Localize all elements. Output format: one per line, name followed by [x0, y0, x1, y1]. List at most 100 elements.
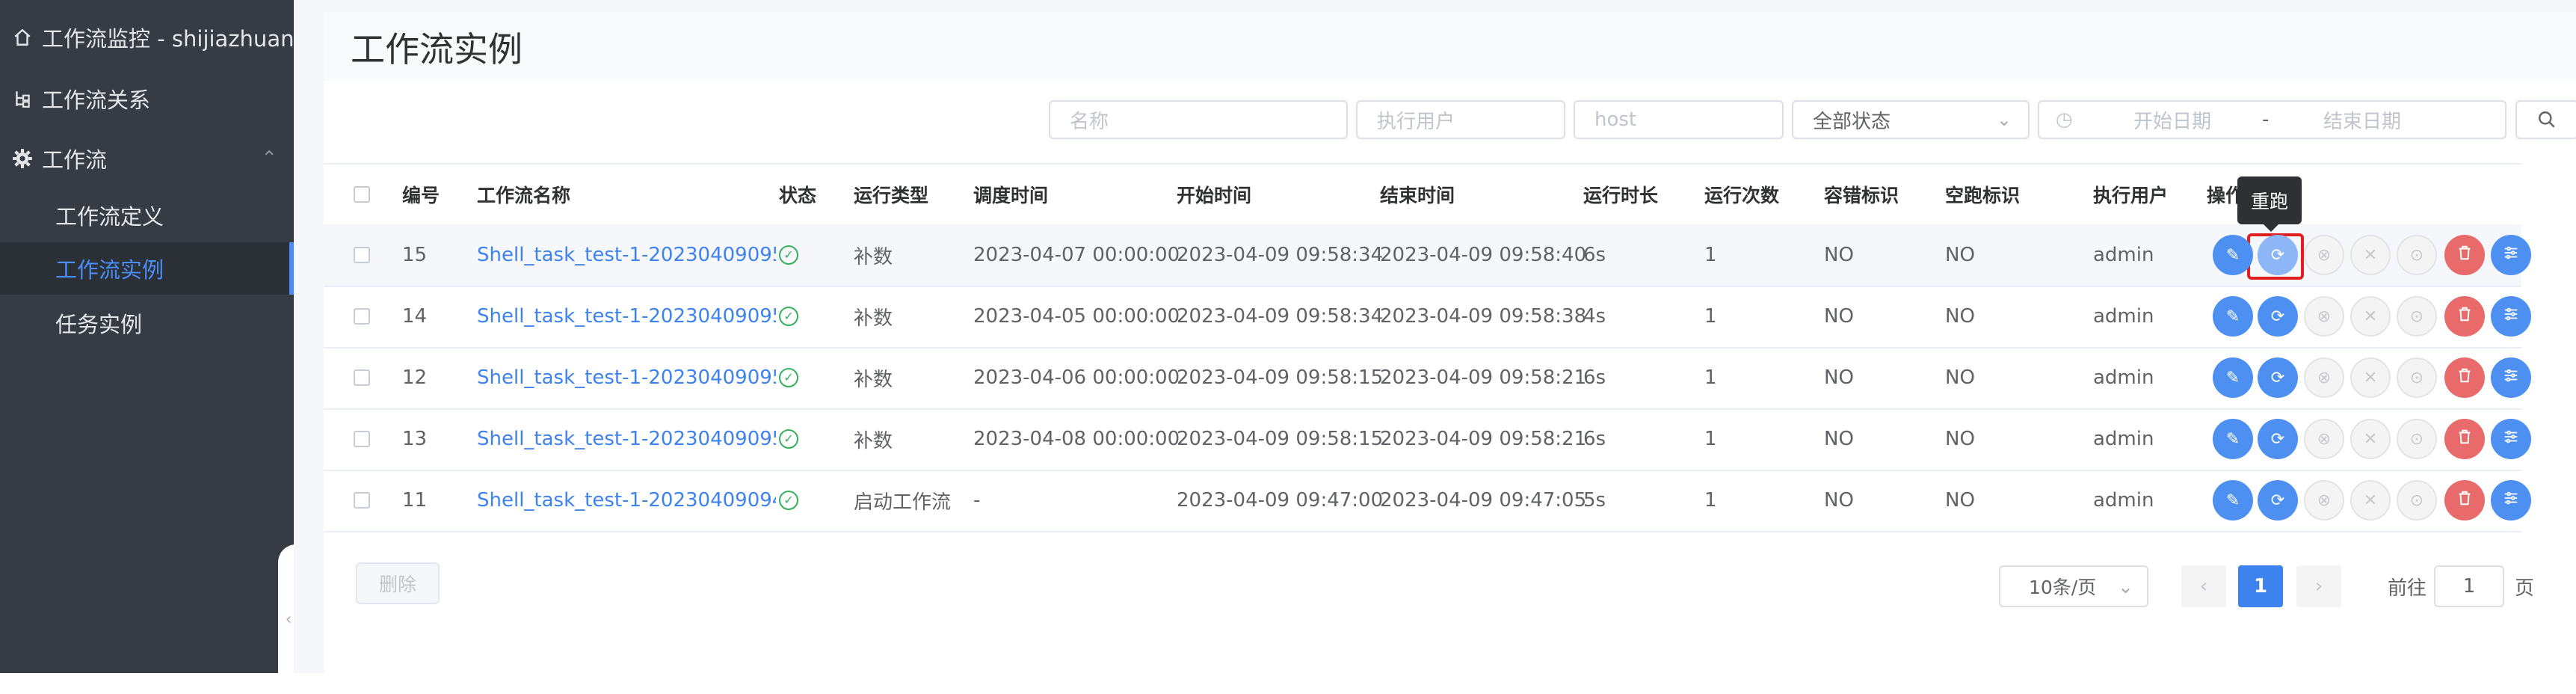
sidebar-item-task-instance[interactable]: 任务实例	[0, 299, 294, 347]
delete-row-button[interactable]	[2444, 480, 2485, 520]
delete-button[interactable]: 删除	[356, 562, 440, 604]
sidebar-item-workflow[interactable]: 工作流 ⌃	[0, 138, 294, 179]
status-cell: ✓	[779, 470, 798, 531]
pause-button[interactable]: ⊙	[2397, 357, 2437, 398]
table-row[interactable]: 15 Shell_task_test-1-2023040909583...✓ 补数 2…	[324, 224, 2521, 287]
sidebar-item-label: 工作流实例	[55, 257, 164, 283]
edit-button[interactable]: ✎	[2213, 235, 2253, 275]
page-number-current[interactable]: 1	[2238, 565, 2283, 607]
pause-button[interactable]: ⊙	[2397, 235, 2437, 275]
stop-button[interactable]: ⊗	[2304, 296, 2344, 337]
prev-page-button[interactable]: ‹	[2181, 565, 2226, 607]
status-cell: ✓	[779, 224, 798, 286]
rerun-button[interactable]: ⟳	[2258, 480, 2298, 520]
executor-input[interactable]: 执行用户	[1356, 100, 1565, 139]
row-checkbox[interactable]	[354, 492, 370, 509]
pause-button[interactable]: ⊙	[2397, 296, 2437, 337]
cell-start-time: 2023-04-09 09:58:34	[1177, 305, 1384, 328]
rerun-button[interactable]: ⟳	[2258, 419, 2298, 459]
row-checkbox[interactable]	[354, 431, 370, 447]
cell-end-time: 2023-04-09 09:58:21	[1380, 428, 1587, 450]
kill-button[interactable]: ✕	[2350, 480, 2391, 520]
column-header: 状态	[779, 185, 817, 206]
stop-button[interactable]: ⊗	[2304, 357, 2344, 398]
column-header: 运行时长	[1583, 185, 1659, 206]
rerun-button[interactable]: ⟳	[2258, 357, 2298, 398]
gantt-button[interactable]	[2491, 296, 2531, 337]
table-row[interactable]: 11 Shell_task_test-1-2023040909465...✓ 启动工…	[324, 470, 2521, 532]
workflow-name-link[interactable]: Shell_task_test-1-2023040909581...	[477, 347, 776, 408]
goto-page-input[interactable]: 1	[2434, 565, 2504, 607]
sidebar-item-workflow-definition[interactable]: 工作流定义	[0, 191, 294, 239]
table-row[interactable]: 12 Shell_task_test-1-2023040909581...✓ 补数 2…	[324, 347, 2521, 410]
workflow-name-link[interactable]: Shell_task_test-1-2023040909583...	[477, 224, 776, 286]
gantt-button[interactable]	[2491, 419, 2531, 459]
cell-id: 11	[402, 489, 428, 512]
edit-button[interactable]: ✎	[2213, 480, 2253, 520]
workflow-name-link[interactable]: Shell_task_test-1-2023040909465...	[477, 470, 776, 531]
close-icon: ✕	[2363, 491, 2378, 510]
stop-button[interactable]: ⊗	[2304, 419, 2344, 459]
chevron-down-icon: ⌄	[2118, 575, 2133, 598]
table-row[interactable]: 14 Shell_task_test-1-2023040909583...✓ 补数 2…	[324, 286, 2521, 348]
page-size-select[interactable]: 10条/页 ⌄	[1999, 565, 2148, 607]
edit-button[interactable]: ✎	[2213, 419, 2253, 459]
edit-button[interactable]: ✎	[2213, 357, 2253, 398]
start-date-input[interactable]: 开始日期	[2133, 106, 2211, 134]
table-row[interactable]: 13 Shell_task_test-1-2023040909581...✓ 补数 2…	[324, 408, 2521, 471]
stop-button[interactable]: ⊗	[2304, 480, 2344, 520]
workflow-name-link[interactable]: Shell_task_test-1-2023040909581...	[477, 408, 776, 470]
kill-button[interactable]: ✕	[2350, 296, 2391, 337]
sidebar: 工作流监控 - shijiazhuan... 工作流关系 工作流 ⌃ 工作流定义…	[0, 0, 315, 673]
select-all-checkbox[interactable]	[354, 186, 370, 203]
workflow-name-link[interactable]: Shell_task_test-1-2023040909583...	[477, 286, 776, 347]
kill-button[interactable]: ✕	[2350, 419, 2391, 459]
sidebar-item-relation[interactable]: 工作流关系	[0, 78, 294, 120]
next-page-button[interactable]: ›	[2296, 565, 2341, 607]
sidebar-item-monitor[interactable]: 工作流监控 - shijiazhuan...	[0, 16, 315, 58]
status-select[interactable]: 全部状态 ⌄	[1792, 100, 2030, 139]
edit-button[interactable]: ✎	[2213, 296, 2253, 337]
title-bar	[324, 12, 2576, 81]
rerun-icon: ⟳	[2270, 491, 2285, 510]
host-input[interactable]: host	[1574, 100, 1784, 139]
gantt-button[interactable]	[2491, 357, 2531, 398]
cell-fault-tolerance: NO	[1824, 366, 1854, 389]
sidebar-item-workflow-instance[interactable]: 工作流实例	[0, 242, 294, 295]
chevron-left-icon: ‹	[2199, 575, 2208, 598]
status-select-value: 全部状态	[1813, 110, 1891, 133]
delete-row-button[interactable]	[2444, 357, 2485, 398]
row-checkbox[interactable]	[354, 308, 370, 325]
status-cell: ✓	[779, 408, 798, 470]
end-date-input[interactable]: 结束日期	[2323, 106, 2401, 134]
goto-suffix: 页	[2515, 577, 2535, 600]
cell-end-time: 2023-04-09 09:58:38	[1380, 305, 1587, 328]
row-checkbox[interactable]	[354, 247, 370, 263]
clock-icon: ◷	[2056, 108, 2073, 131]
edit-icon: ✎	[2225, 245, 2240, 265]
cell-fault-tolerance: NO	[1824, 305, 1854, 328]
pause-button[interactable]: ⊙	[2397, 480, 2437, 520]
cell-id: 12	[402, 366, 428, 389]
delete-icon	[2456, 306, 2473, 327]
cell-executor: admin	[2093, 366, 2154, 389]
gantt-button[interactable]	[2491, 235, 2531, 275]
kill-button[interactable]: ✕	[2350, 235, 2391, 275]
gantt-button[interactable]	[2491, 480, 2531, 520]
kill-button[interactable]: ✕	[2350, 357, 2391, 398]
rerun-button[interactable]: ⟳	[2258, 235, 2298, 275]
delete-row-button[interactable]	[2444, 235, 2485, 275]
goto-label: 前往	[2388, 577, 2427, 600]
delete-row-button[interactable]	[2444, 419, 2485, 459]
delete-row-button[interactable]	[2444, 296, 2485, 337]
stop-button[interactable]: ⊗	[2304, 235, 2344, 275]
tooltip-arrow	[2264, 224, 2278, 232]
row-checkbox[interactable]	[354, 369, 370, 386]
pause-button[interactable]: ⊙	[2397, 419, 2437, 459]
cell-schedule-time: 2023-04-05 00:00:00	[973, 305, 1180, 328]
name-input[interactable]: 名称	[1049, 100, 1348, 139]
date-range-picker[interactable]: ◷ 开始日期 - 结束日期	[2038, 100, 2506, 139]
rerun-button[interactable]: ⟳	[2258, 296, 2298, 337]
search-button[interactable]	[2515, 100, 2576, 139]
stop-icon: ⊗	[2317, 491, 2332, 510]
